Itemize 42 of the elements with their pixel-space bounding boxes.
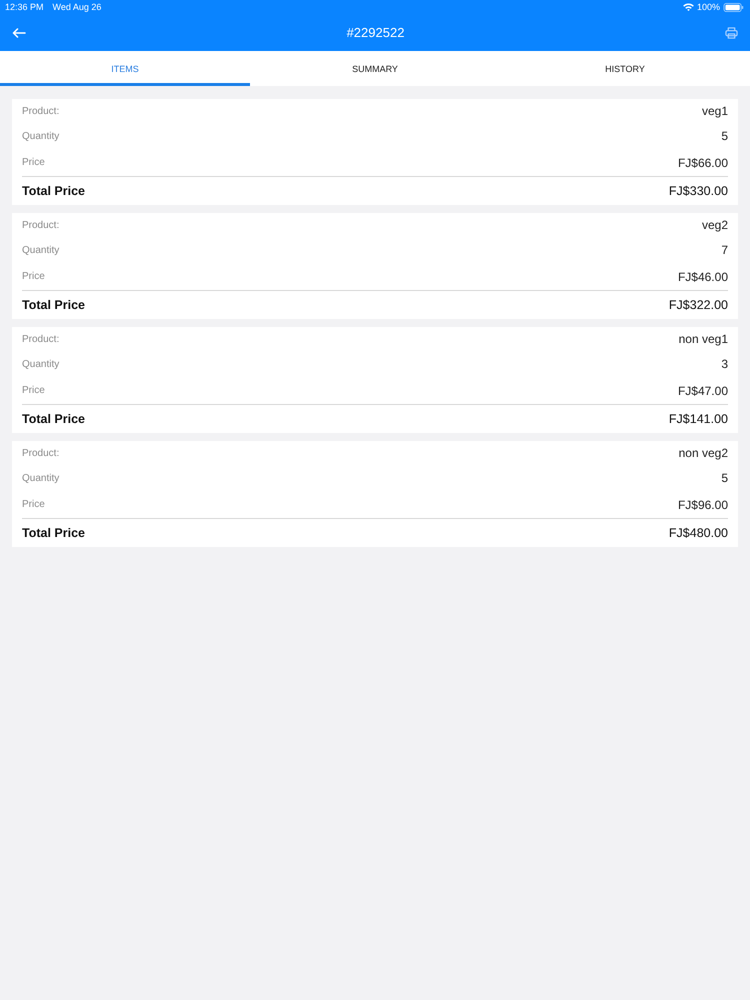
field-label: Product: (22, 106, 60, 116)
field-value: 7 (721, 243, 728, 258)
field-value: FJ$96.00 (678, 498, 728, 512)
field-value: 3 (721, 357, 728, 372)
back-button[interactable] (12, 28, 26, 38)
total-label: Total Price (22, 526, 85, 540)
field-label: Quantity (22, 130, 60, 142)
total-label: Total Price (22, 412, 85, 426)
total-label: Total Price (22, 184, 85, 198)
status-time: 12:36 PM (5, 2, 44, 12)
total-value: FJ$322.00 (668, 298, 728, 312)
total-value: FJ$330.00 (668, 184, 728, 198)
total-label: Total Price (22, 298, 85, 312)
field-label: Price (22, 385, 45, 396)
field-label: Product: (22, 334, 60, 344)
order-title: #2292522 (346, 25, 404, 40)
field-label: Quantity (22, 244, 60, 256)
field-value: 5 (721, 129, 728, 144)
field-label: Quantity (22, 472, 60, 484)
total-value: FJ$141.00 (668, 412, 728, 426)
field-value: veg2 (702, 218, 728, 232)
battery-percent: 100% (696, 2, 720, 12)
field-value: non veg1 (678, 332, 728, 346)
field-label: Price (22, 499, 45, 510)
field-label: Product: (22, 448, 60, 458)
field-label: Price (22, 271, 45, 282)
back-arrow-icon (12, 28, 26, 38)
field-value: FJ$66.00 (678, 156, 728, 170)
field-label: Quantity (22, 358, 60, 370)
wifi-icon (682, 3, 694, 11)
printer-icon (725, 26, 738, 38)
status-date: Wed Aug 26 (52, 2, 102, 12)
field-label: Price (22, 157, 45, 168)
field-value: veg1 (702, 104, 728, 118)
field-value: 5 (721, 471, 728, 486)
field-value: FJ$46.00 (678, 270, 728, 284)
battery-icon (723, 2, 744, 12)
print-button[interactable] (725, 26, 738, 38)
field-value: non veg2 (678, 446, 728, 460)
field-label: Product: (22, 220, 60, 230)
field-value: FJ$47.00 (678, 384, 728, 398)
total-value: FJ$480.00 (668, 526, 728, 540)
